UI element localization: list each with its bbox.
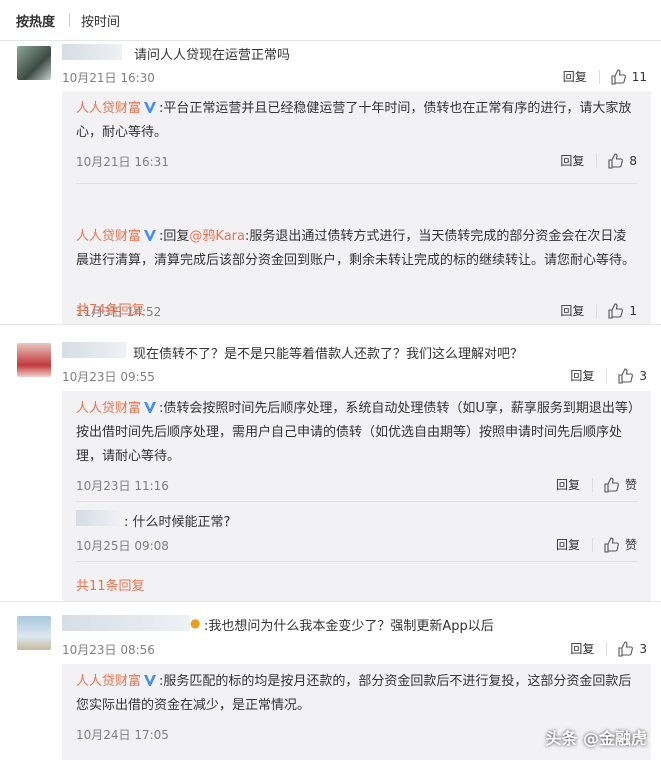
reply-author[interactable]: 人人贷财富: [76, 401, 141, 416]
sort-by-hot-tab[interactable]: 按热度: [16, 11, 55, 30]
thumbs-up-icon[interactable]: [610, 68, 626, 85]
sort-bar: 按热度 按时间: [0, 0, 661, 41]
verified-badge-icon: [144, 675, 157, 686]
thumbs-up-icon[interactable]: [603, 476, 619, 493]
thumbs-up-icon[interactable]: [603, 536, 619, 553]
reply-actions: 回复 赞: [556, 476, 637, 493]
like-count: 1: [629, 303, 637, 318]
reply-button[interactable]: 回复: [556, 476, 580, 493]
divider: [76, 561, 637, 562]
reply-time: 10月25日 09:08: [76, 539, 169, 553]
divider: [596, 303, 598, 318]
reply-time: 10月23日 11:16: [76, 479, 169, 493]
username-redacted[interactable]: [62, 44, 122, 60]
divider: [606, 641, 608, 656]
divider: [598, 69, 600, 84]
reply-text: 人人贷财富:债转会按照时间先后顺序处理，系统自动处理债转（如U享，薪享服务到期退…: [76, 397, 637, 469]
comment-thread: 请问人人贷现在运营正常吗 10月21日 16:30 回复 11 人人贷财富:平台…: [0, 41, 661, 325]
reply-text: : 什么时候能正常?: [124, 511, 230, 530]
divider: [606, 368, 608, 383]
thumbs-up-icon[interactable]: [607, 302, 624, 319]
reply-text: 人人贷财富:服务匹配的标的均是按月还款的，部分资金回款后不进行复投，这部分资金回…: [76, 670, 637, 718]
reply-button[interactable]: 回复: [560, 152, 584, 169]
reply-word: 回复: [163, 229, 190, 244]
thumbs-up-icon[interactable]: [607, 152, 624, 169]
reply-text: 人人贷财富:平台正常运营并且已经稳健运营了十年时间，债转也在正常有序的进行，请大…: [76, 97, 637, 145]
like-count: 8: [629, 153, 637, 168]
reply-author[interactable]: 人人贷财富: [76, 674, 141, 689]
avatar[interactable]: [17, 46, 51, 80]
reply-time: 10月21日 16:31: [76, 155, 169, 169]
thumbs-up-icon[interactable]: [617, 367, 634, 384]
comment-text: :我也想问为什么我本金变少了？强制更新App以后: [204, 619, 494, 634]
reply-button[interactable]: 回复: [556, 536, 580, 553]
divider: [596, 153, 598, 168]
reply-item: 人人贷财富:平台正常运营并且已经稳健运营了十年时间，债转也在正常有序的进行，请大…: [76, 97, 637, 193]
verified-badge-icon: [144, 402, 157, 413]
avatar[interactable]: [17, 616, 51, 650]
reply-list: 人人贷财富:平台正常运营并且已经稳健运营了十年时间，债转也在正常有序的进行，请大…: [62, 91, 651, 324]
comment-time: 10月23日 09:55: [62, 370, 155, 384]
thumbs-up-icon[interactable]: [617, 640, 634, 657]
reply-actions: 回复 赞: [556, 536, 637, 553]
reply-text: 人人贷财富:回复@鸦Kara:服务退出通过债转方式进行，当天债转完成的部分资金会…: [76, 225, 637, 273]
like-count: 11: [631, 69, 647, 84]
reply-button[interactable]: 回复: [570, 367, 594, 384]
like-count: 赞: [624, 478, 637, 492]
more-replies-link[interactable]: 共11条回复: [76, 575, 145, 594]
reply-actions: 回复 1: [560, 302, 637, 319]
comment-actions: 回复 3: [570, 640, 647, 657]
divider: [76, 501, 637, 502]
comment-actions: 回复 3: [570, 367, 647, 384]
like-count: 赞: [624, 538, 637, 552]
divider: [591, 477, 593, 492]
comment-text: 请问人人贷现在运营正常吗: [134, 48, 291, 63]
reply-body: 什么时候能正常?: [132, 515, 231, 530]
avatar[interactable]: [17, 343, 51, 377]
reply-list: 人人贷财富:债转会按照时间先后顺序处理，系统自动处理债转（如U享，薪享服务到期退…: [62, 391, 651, 601]
more-replies-link[interactable]: 共74条回复: [76, 299, 145, 318]
reply-actions: 回复 8: [560, 152, 637, 169]
reply-time: 10月24日 17:05: [76, 728, 169, 742]
reply-item: 人人贷财富:服务匹配的标的均是按月还款的，部分资金回款后不进行复投，这部分资金回…: [76, 670, 637, 718]
reply-author[interactable]: 人人贷财富: [76, 229, 141, 244]
comment-actions: 回复 11: [563, 68, 647, 85]
reply-item: 人人贷财富:债转会按照时间先后顺序处理，系统自动处理债转（如U享，薪享服务到期退…: [76, 397, 637, 469]
username-redacted[interactable]: [62, 342, 126, 358]
username-redacted[interactable]: [62, 615, 190, 631]
reply-author[interactable]: 人人贷财富: [76, 101, 141, 116]
comment-time: 10月21日 16:30: [62, 71, 155, 85]
comment-text: 现在债转不了？是不是只能等着借款人还款了？我们这么理解对吧？: [133, 347, 524, 362]
comment-thread: 现在债转不了？是不是只能等着借款人还款了？我们这么理解对吧？ 10月23日 09…: [0, 324, 661, 602]
divider: [69, 13, 70, 27]
like-count: 3: [639, 641, 647, 656]
divider: [591, 537, 593, 552]
like-count: 3: [639, 368, 647, 383]
verified-badge-icon: [144, 102, 157, 113]
colon: :: [124, 515, 129, 530]
divider: [76, 183, 637, 184]
username-redacted[interactable]: [76, 510, 120, 526]
reply-button[interactable]: 回复: [563, 68, 587, 85]
watermark: 头条 @金融虎: [545, 729, 647, 748]
sort-by-time-tab[interactable]: 按时间: [81, 11, 120, 30]
comment-time: 10月23日 08:56: [62, 643, 155, 657]
reply-button[interactable]: 回复: [560, 302, 584, 319]
reply-button[interactable]: 回复: [570, 640, 594, 657]
emoji-icon: ●: [190, 616, 201, 630]
verified-badge-icon: [144, 230, 157, 241]
mention-link[interactable]: @鸦Kara: [189, 229, 245, 244]
